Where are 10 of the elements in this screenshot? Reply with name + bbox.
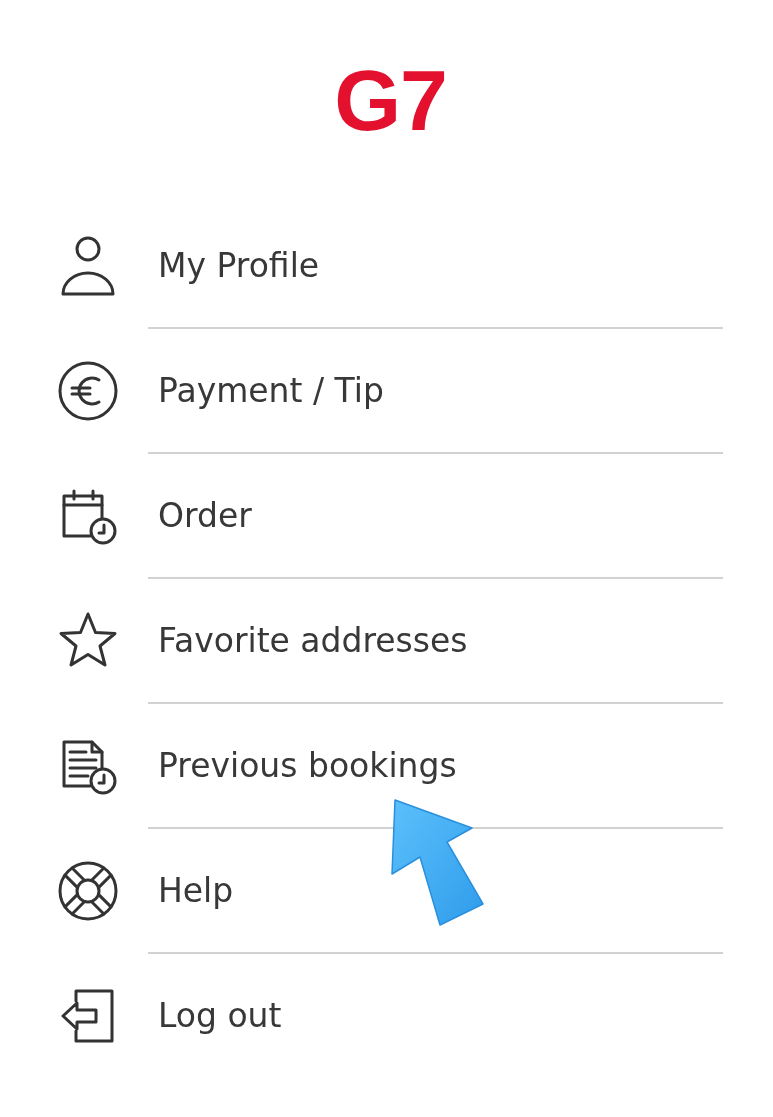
menu-item[interactable]: Help (0, 829, 773, 952)
menu-item[interactable]: Log out (0, 954, 773, 1077)
menu-item[interactable]: Order (0, 454, 773, 577)
brand-logo: G7 (334, 57, 447, 143)
menu-item[interactable]: Previous bookings (0, 704, 773, 827)
lifebuoy-icon (58, 860, 118, 921)
euro-coin-icon (58, 360, 118, 421)
menu-item[interactable]: My Profile (0, 204, 773, 327)
menu-item[interactable]: Payment / Tip (0, 329, 773, 452)
menu-item[interactable]: Favorite addresses (0, 579, 773, 702)
